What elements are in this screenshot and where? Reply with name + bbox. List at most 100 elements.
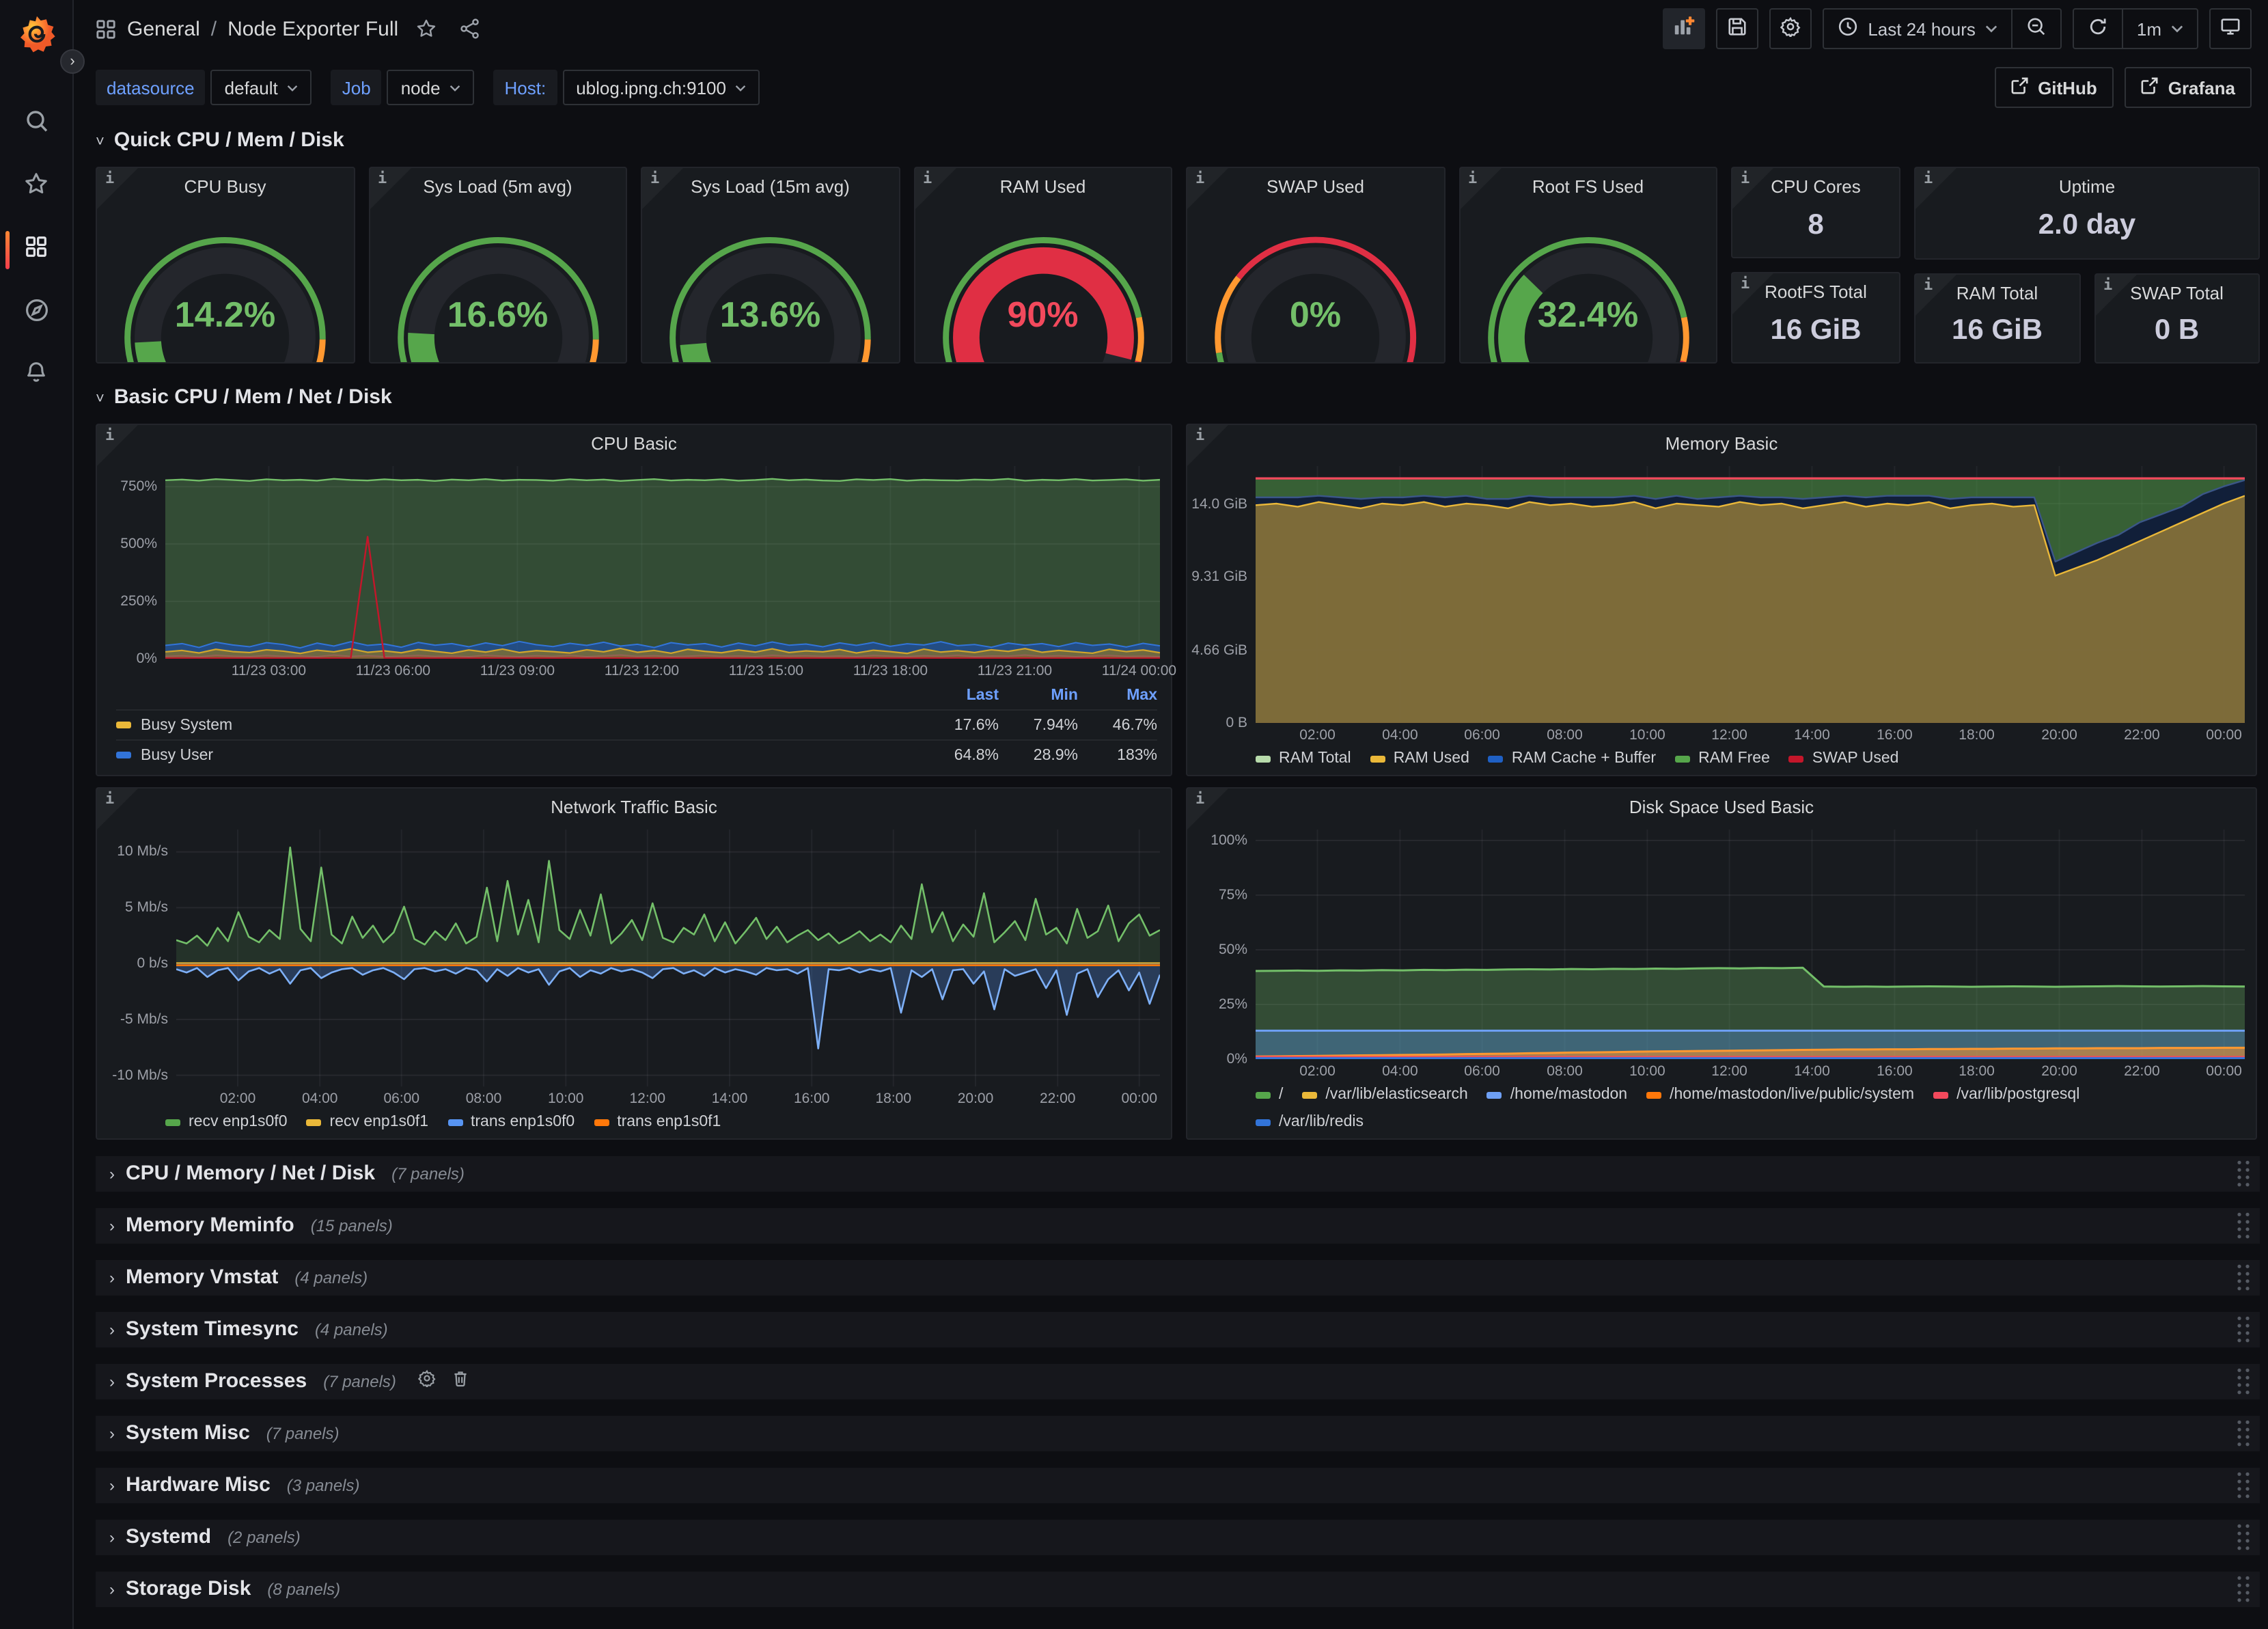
panel-info-corner[interactable] [1187,425,1228,466]
info-icon: i [1741,169,1750,187]
gauge-value: 32.4% [1460,294,1716,336]
legend-col-max[interactable]: Max [1078,687,1157,704]
chevron-right-icon: › [109,1320,115,1339]
sidebar-expand-button[interactable]: › [60,49,85,74]
panel-info-corner[interactable] [370,168,411,209]
cpu-basic-chart[interactable] [165,466,1160,659]
sidebar-item-search[interactable] [0,93,72,156]
panel-title[interactable]: Disk Space Used Basic [1187,789,2256,824]
panel-info-corner[interactable] [642,168,683,209]
row-storage-disk[interactable]: › Storage Disk(8 panels) [96,1572,2260,1607]
row-drag-handle[interactable] [2235,1470,2250,1501]
panel-info-corner[interactable] [97,425,138,466]
variable-datasource: datasource default [96,70,312,105]
panel-info-corner[interactable] [1187,789,1228,830]
gear-icon [1780,16,1801,41]
memory-basic-chart[interactable] [1256,466,2245,723]
disk-space-chart[interactable] [1256,830,2245,1059]
panel-title[interactable]: CPU Basic [97,425,1171,461]
refresh-button[interactable] [2074,10,2122,48]
row-drag-handle[interactable] [2235,1315,2250,1345]
save-icon [1727,16,1747,41]
favorite-star-icon[interactable] [415,18,437,40]
grafana-logo[interactable] [16,14,57,55]
series-swatch [116,752,131,758]
kiosk-mode-button[interactable] [2209,8,2252,49]
panel-swap-used: i SWAP Used 0% [1186,167,1445,364]
row-system-processes[interactable]: › System Processes(7 panels) [96,1364,2260,1399]
panel-title[interactable]: Network Traffic Basic [97,789,1171,824]
info-icon: i [105,426,114,444]
github-link-button[interactable]: GitHub [1994,67,2114,108]
panel-info-corner[interactable] [1732,168,1773,209]
row-settings-gear-icon[interactable] [418,1369,436,1394]
panel-info-corner[interactable] [915,168,956,209]
chevron-right-icon: › [109,1580,115,1599]
variable-value-dropdown[interactable]: ublog.ipng.ch:9100 [562,70,760,105]
panel-info-corner[interactable] [1916,275,1956,316]
info-icon: i [378,169,387,187]
legend-col-last[interactable]: Last [919,687,999,704]
network-traffic-chart[interactable] [176,830,1160,1086]
row-systemd[interactable]: › Systemd(2 panels) [96,1520,2260,1555]
panel-info-corner[interactable] [1916,168,1956,209]
row-cpu-memory-net-disk[interactable]: › CPU / Memory / Net / Disk(7 panels) [96,1156,2260,1192]
sidebar [0,0,74,1629]
row-drag-handle[interactable] [2235,1419,2250,1449]
sidebar-item-explore[interactable] [0,282,72,344]
search-icon [23,107,50,141]
network-traffic-legend: recv enp1s0f0 recv enp1s0f1 trans enp1s0… [97,1110,1171,1138]
panel-info-corner[interactable] [97,789,138,830]
section-quick-cpu-mem-disk[interactable]: ˅ Quick CPU / Mem / Disk [96,128,2260,159]
panel-info-corner[interactable] [1187,168,1228,209]
info-icon: i [1195,790,1204,808]
section-basic-cpu-mem-net-disk[interactable]: ˅ Basic CPU / Mem / Net / Disk [96,385,2260,415]
row-hardware-misc[interactable]: › Hardware Misc(3 panels) [96,1468,2260,1503]
row-memory-meminfo[interactable]: › Memory Meminfo(15 panels) [96,1208,2260,1244]
dashboard-settings-button[interactable] [1769,8,1812,49]
row-drag-handle[interactable] [2235,1159,2250,1189]
variable-label: datasource [96,70,206,105]
series-swatch [1370,755,1385,762]
panel-cpu-busy: i CPU Busy 14.2% [96,167,355,364]
x-axis: 02:0004:0006:0008:0010:0012:0014:0016:00… [176,1086,1160,1110]
save-dashboard-button[interactable] [1716,8,1758,49]
breadcrumb-separator: / [211,17,217,40]
refresh-interval-picker[interactable]: 1m [2122,10,2197,48]
row-system-timesync[interactable]: › System Timesync(4 panels) [96,1312,2260,1347]
time-range-picker[interactable]: Last 24 hours [1824,10,2011,48]
row-system-misc[interactable]: › System Misc(7 panels) [96,1416,2260,1451]
share-icon[interactable] [458,18,480,40]
row-memory-vmstat[interactable]: › Memory Vmstat(4 panels) [96,1260,2260,1296]
panel-info-corner[interactable] [1460,168,1501,209]
sidebar-item-alerting[interactable] [0,344,72,407]
panel-info-corner[interactable] [97,168,138,209]
panel-info-corner[interactable] [1732,273,1773,314]
breadcrumb-group[interactable]: General [127,17,200,40]
add-panel-button[interactable] [1663,8,1705,49]
time-range-label: Last 24 hours [1868,18,1976,39]
chevron-down-icon [1985,22,1997,36]
disk-space-legend: / /var/lib/elasticsearch /home/mastodon … [1187,1082,2256,1138]
panel-info-corner[interactable] [2095,275,2136,316]
row-drag-handle[interactable] [2235,1574,2250,1604]
stat-value: 16 GiB [1916,310,2079,362]
zoom-out-button[interactable] [2011,10,2060,48]
sidebar-item-dashboards[interactable] [0,219,72,282]
sidebar-item-starred[interactable] [0,156,72,219]
panel-title[interactable]: Memory Basic [1187,425,2256,461]
gauge-ram-used: 90% [915,204,1171,362]
panel-title[interactable]: Uptime [1916,168,2258,204]
variable-value-dropdown[interactable]: node [387,70,475,105]
row-drag-handle[interactable] [2235,1263,2250,1293]
row-delete-trash-icon[interactable] [452,1369,469,1394]
row-drag-handle[interactable] [2235,1367,2250,1397]
zoom-out-icon [2026,16,2047,41]
legend-col-min[interactable]: Min [999,687,1078,704]
variable-value-dropdown[interactable]: default [211,70,312,105]
row-drag-handle[interactable] [2235,1211,2250,1241]
grafana-link-button[interactable]: Grafana [2125,67,2252,108]
row-drag-handle[interactable] [2235,1522,2250,1552]
page-title[interactable]: Node Exporter Full [227,17,398,40]
chevron-right-icon: › [109,1476,115,1495]
